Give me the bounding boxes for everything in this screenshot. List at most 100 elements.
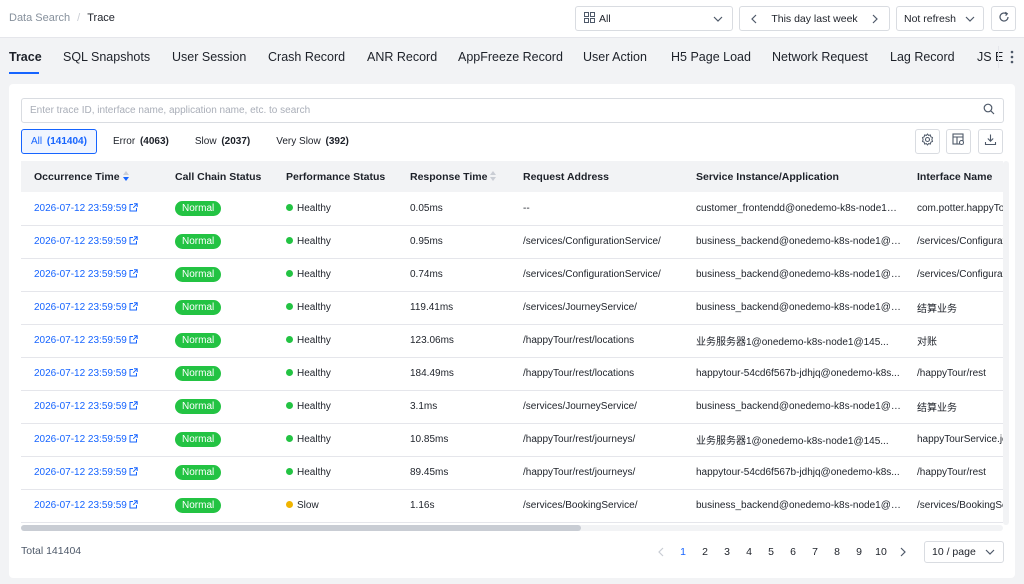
refresh-select[interactable]: Not refresh <box>896 6 984 31</box>
occurrence-time-cell: 2026-07-12 23:59:59 <box>21 456 162 490</box>
filter-slow-count: (2037) <box>221 136 251 147</box>
external-link-icon[interactable] <box>129 335 138 344</box>
filter-all[interactable]: All (141404) <box>21 129 97 154</box>
tab-network-request[interactable]: Network Request <box>772 50 868 64</box>
column-settings-button[interactable] <box>946 129 971 154</box>
tab-anr-record[interactable]: ANR Record <box>367 50 437 64</box>
occurrence-time-cell: 2026-07-12 23:59:59 <box>21 258 162 292</box>
page-number[interactable]: 1 <box>672 546 694 558</box>
trace-link[interactable]: 2026-07-12 23:59:59 <box>34 236 127 247</box>
search-icon[interactable] <box>983 102 995 120</box>
chevron-right-icon[interactable] <box>892 542 914 562</box>
vertical-scrollbar[interactable] <box>1003 161 1009 525</box>
external-link-icon[interactable] <box>129 434 138 443</box>
vertical-scroll-thumb[interactable] <box>1003 161 1009 525</box>
settings-icon <box>921 132 934 151</box>
page-number[interactable]: 8 <box>826 546 848 558</box>
table-row[interactable]: 2026-07-12 23:59:59 Normal Healthy 3.1ms/se… <box>21 390 1003 424</box>
performance-dot <box>286 402 293 409</box>
response-time-cell: 10.85ms <box>397 423 510 457</box>
table-row[interactable]: 2026-07-12 23:59:59 Normal Healthy 119.41ms… <box>21 291 1003 325</box>
external-link-icon[interactable] <box>129 467 138 476</box>
more-vertical-icon[interactable] <box>1004 49 1020 65</box>
service-instance-cell: 业务服务器1@onedemo-k8s-node1@145... <box>683 324 904 358</box>
external-link-icon[interactable] <box>129 302 138 311</box>
trace-link[interactable]: 2026-07-12 23:59:59 <box>34 203 127 214</box>
filter-error-label: Error <box>112 136 136 147</box>
download-icon <box>984 133 997 151</box>
trace-link[interactable]: 2026-07-12 23:59:59 <box>34 335 127 346</box>
tab-trace[interactable]: Trace <box>9 50 42 64</box>
trace-link[interactable]: 2026-07-12 23:59:59 <box>34 302 127 313</box>
tab-h5-page-load[interactable]: H5 Page Load <box>671 50 751 64</box>
app-select-value: All <box>599 12 611 25</box>
trace-link[interactable]: 2026-07-12 23:59:59 <box>34 500 127 511</box>
filter-slow[interactable]: Slow (2037) <box>185 129 260 154</box>
page-number[interactable]: 5 <box>760 546 782 558</box>
horizontal-scroll-thumb[interactable] <box>21 525 581 531</box>
page-number[interactable]: 2 <box>694 546 716 558</box>
chevron-left-icon[interactable] <box>650 542 672 562</box>
performance-status-label: Healthy <box>297 269 331 280</box>
breadcrumb-parent[interactable]: Data Search <box>9 12 70 24</box>
app-grid-icon <box>584 11 595 26</box>
tab-sql-snapshots[interactable]: SQL Snapshots <box>63 50 150 64</box>
page-number[interactable]: 4 <box>738 546 760 558</box>
tab-crash-record[interactable]: Crash Record <box>268 50 345 64</box>
table-row[interactable]: 2026-07-12 23:59:59 Normal Healthy 0.05ms --… <box>21 192 1003 226</box>
trace-link[interactable]: 2026-07-12 23:59:59 <box>34 467 127 478</box>
table-row[interactable]: 2026-07-12 23:59:59 Normal Healthy 0.74ms/s… <box>21 258 1003 292</box>
external-link-icon[interactable] <box>129 203 138 212</box>
horizontal-scrollbar[interactable] <box>21 525 1003 531</box>
service-instance-cell: 业务服务器1@onedemo-k8s-node1@145... <box>683 423 904 457</box>
sort-icon[interactable] <box>490 171 497 182</box>
page-number[interactable]: 10 <box>870 546 892 558</box>
performance-dot <box>286 303 293 310</box>
table-row[interactable]: 2026-07-12 23:59:59 Normal Healthy 10.85ms /… <box>21 423 1003 457</box>
performance-status-label: Healthy <box>297 302 331 313</box>
filter-very-slow[interactable]: Very Slow (392) <box>266 129 359 154</box>
settings-button[interactable] <box>915 129 940 154</box>
page-size-select[interactable]: 10 / page <box>924 541 1004 563</box>
external-link-icon[interactable] <box>129 368 138 377</box>
tab-appfreeze-record[interactable]: AppFreeze Record <box>458 50 563 64</box>
table-row[interactable]: 2026-07-12 23:59:59 Normal Healthy 184.49ms… <box>21 357 1003 391</box>
col-response-time[interactable]: Response Time <box>397 161 510 192</box>
trace-link[interactable]: 2026-07-12 23:59:59 <box>34 368 127 379</box>
download-button[interactable] <box>978 129 1003 154</box>
service-instance-cell: business_backend@onedemo-k8s-node1@145..… <box>683 258 904 292</box>
call-chain-status-cell: Normal <box>162 390 273 424</box>
chevron-right-icon[interactable] <box>869 13 881 25</box>
status-badge: Normal <box>175 333 222 348</box>
page-number[interactable]: 6 <box>782 546 804 558</box>
external-link-icon[interactable] <box>129 500 138 509</box>
app-select[interactable]: All <box>575 6 733 31</box>
page-number[interactable]: 9 <box>848 546 870 558</box>
response-time-cell: 0.95ms <box>397 225 510 259</box>
table-row[interactable]: 2026-07-12 23:59:59 Normal Healthy 89.45ms /… <box>21 456 1003 490</box>
chevron-left-icon[interactable] <box>748 13 760 25</box>
tab-user-action[interactable]: User Action <box>583 50 647 64</box>
col-occurrence-time[interactable]: Occurrence Time <box>21 161 162 192</box>
trace-link[interactable]: 2026-07-12 23:59:59 <box>34 434 127 445</box>
trace-link[interactable]: 2026-07-12 23:59:59 <box>34 401 127 412</box>
tab-js-error[interactable]: JS E <box>977 50 1003 64</box>
table-row[interactable]: 2026-07-12 23:59:59 Normal Slow 1.16s/servi… <box>21 489 1003 523</box>
time-range-picker[interactable]: This day last week <box>739 6 890 31</box>
search-input[interactable] <box>30 105 983 116</box>
filter-error[interactable]: Error (4063) <box>103 129 179 154</box>
performance-status-label: Healthy <box>297 236 331 247</box>
tab-lag-record[interactable]: Lag Record <box>890 50 955 64</box>
table-row[interactable]: 2026-07-12 23:59:59 Normal Healthy 0.95ms/s… <box>21 225 1003 259</box>
request-address-cell: /happyTour/rest/journeys/ <box>510 456 683 490</box>
external-link-icon[interactable] <box>129 236 138 245</box>
external-link-icon[interactable] <box>129 269 138 278</box>
table-row[interactable]: 2026-07-12 23:59:59 Normal Healthy 123.06ms… <box>21 324 1003 358</box>
tab-user-session[interactable]: User Session <box>172 50 246 64</box>
reload-button[interactable] <box>991 6 1016 31</box>
page-number[interactable]: 3 <box>716 546 738 558</box>
sort-icon[interactable] <box>122 171 130 182</box>
page-number[interactable]: 7 <box>804 546 826 558</box>
trace-link[interactable]: 2026-07-12 23:59:59 <box>34 269 127 280</box>
external-link-icon[interactable] <box>129 401 138 410</box>
